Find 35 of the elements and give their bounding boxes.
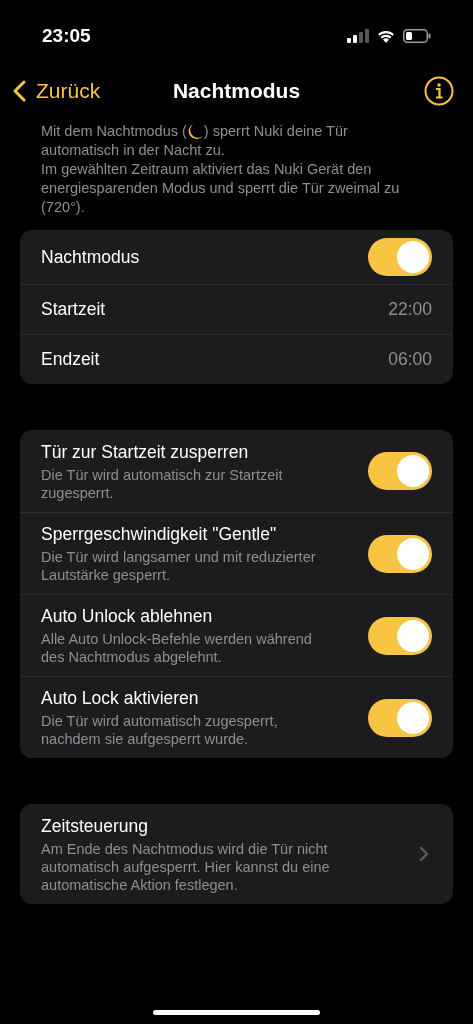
chevron-right-icon: [420, 847, 428, 861]
intro-text: Im gewählten Zeitraum aktiviert das Nuki Gerät den energiesparenden Modus und sperrt die Tür zweimal zu (720°).: [41, 160, 401, 217]
page-title: Nachtmodus: [172, 78, 301, 105]
setting-label: Endzeit: [41, 348, 100, 372]
option-title: Tür zur Startzeit zusperren: [41, 440, 250, 463]
option-title: Sperrgeschwindigkeit "Gentle": [41, 523, 278, 545]
back-button[interactable]: Zurück: [12, 75, 122, 107]
option-description: Alle Auto Unlock-Befehle werden während des Nachtmodus abgelehnt.: [41, 630, 313, 666]
toggle-switch[interactable]: [368, 238, 432, 276]
time-value[interactable]: 06:00: [388, 346, 432, 373]
info-icon: [424, 76, 454, 106]
option-description: Die Tür wird automatisch zugesperrt, nachdem sie aufgesperrt wurde.: [41, 712, 279, 748]
setting-label: Nachtmodus: [41, 245, 140, 269]
toggle-switch[interactable]: [368, 534, 432, 573]
schedule-row[interactable]: Zeitsteuerung Am Ende des Nachtmodus wird die Tür nicht automatisch aufgesperrt. Hier kannst du eine automatische Aktion festlegen.: [20, 804, 453, 904]
signal-icon: [347, 29, 369, 43]
schedule-title: Zeitsteuerung: [41, 814, 149, 837]
option-description: Die Tür wird automatisch zur Startzeit zugesperrt.: [41, 465, 284, 502]
setting-label: Startzeit: [41, 298, 106, 322]
battery-icon: [403, 29, 431, 43]
time-value[interactable]: 22:00: [388, 296, 432, 323]
option-description: Die Tür wird langsamer und mit reduzierter Lautstärke gesperrt.: [41, 548, 317, 584]
intro-text: ) sperrt Nuki deine Tür: [203, 122, 348, 141]
schedule-description: Am Ende des Nachtmodus wird die Tür nicht automatisch aufgesperrt. Hier kannst du eine automatische Aktion festlegen.: [41, 839, 331, 894]
wifi-icon: [376, 28, 396, 44]
chevron-left-icon: [12, 80, 26, 102]
option-title: Auto Unlock ablehnen: [41, 605, 214, 627]
intro-text: Mit dem Nachtmodus (: [41, 122, 187, 141]
toggle-switch[interactable]: [368, 698, 432, 737]
moon-icon: [186, 122, 204, 141]
toggle-switch[interactable]: [368, 616, 432, 655]
toggle-switch[interactable]: [368, 452, 432, 490]
option-title: Auto Lock aktivieren: [41, 687, 200, 709]
intro-text: automatisch in der Nacht zu.: [41, 141, 226, 160]
status-time: 23:05: [42, 23, 91, 48]
